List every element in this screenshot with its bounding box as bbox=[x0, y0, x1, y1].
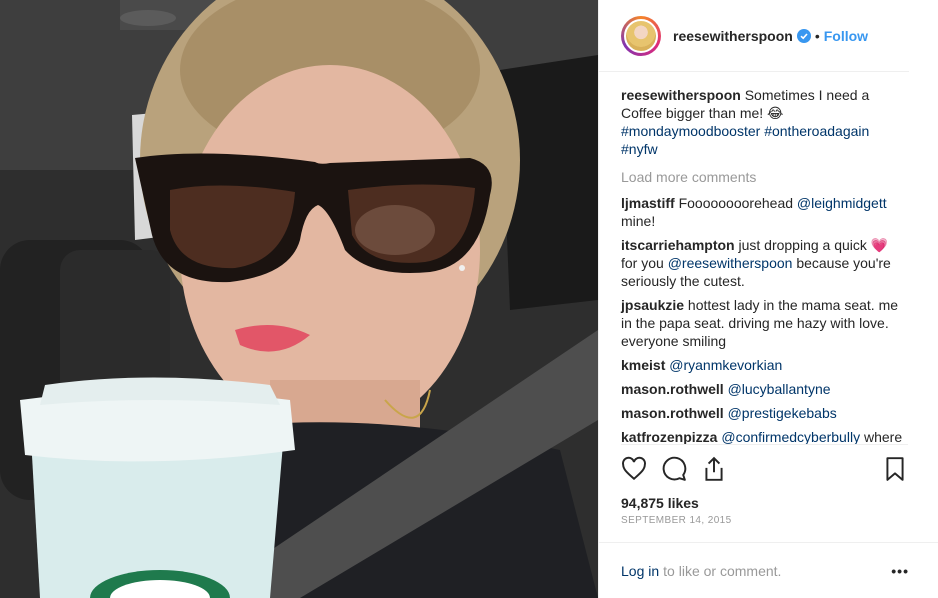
comment-item: kmeist @ryanmkevorkian bbox=[621, 356, 908, 374]
verified-badge-icon bbox=[796, 28, 811, 43]
comment-mention[interactable]: @leighmidgett bbox=[797, 195, 887, 211]
comment-username[interactable]: ljmastiff bbox=[621, 195, 675, 211]
comment-text: Foooooooorehead bbox=[678, 195, 794, 211]
action-bar bbox=[621, 445, 908, 489]
post-photo[interactable] bbox=[0, 0, 598, 598]
comment-mention[interactable]: @ryanmkevorkian bbox=[669, 357, 782, 373]
login-link[interactable]: Log in bbox=[621, 563, 659, 579]
comment-item: katfrozenpizza @confirmedcyberbully wher… bbox=[621, 428, 908, 444]
comment-username[interactable]: kmeist bbox=[621, 357, 665, 373]
comment-mention[interactable]: @reesewitherspoon bbox=[668, 255, 793, 271]
more-options-icon[interactable]: ••• bbox=[891, 563, 909, 579]
selfie-illustration bbox=[0, 0, 598, 598]
comment-username[interactable]: mason.rothwell bbox=[621, 381, 724, 397]
comment-item: mason.rothwell @lucyballantyne bbox=[621, 380, 908, 398]
caption: reesewitherspoon Sometimes I need a Coff… bbox=[621, 86, 908, 158]
author-username[interactable]: reesewitherspoon bbox=[673, 28, 793, 44]
post-date: September 14, 2015 bbox=[621, 515, 732, 526]
heart-icon[interactable] bbox=[621, 456, 647, 482]
login-prompt: to like or comment. bbox=[663, 562, 782, 579]
likes-count[interactable]: 94,875 likes bbox=[621, 495, 908, 511]
comment-text-after: mine! bbox=[621, 213, 656, 229]
caption-username[interactable]: reesewitherspoon bbox=[621, 87, 741, 103]
post-actions-section: 94,875 likes September 14, 2015 bbox=[621, 444, 908, 542]
comment-mention[interactable]: @lucyballantyne bbox=[728, 381, 831, 397]
caption-hashtags[interactable]: #mondaymoodbooster #ontheroadagain #nyfw bbox=[621, 123, 869, 157]
login-footer: Log in to like or comment. ••• bbox=[599, 542, 938, 598]
comment-username[interactable]: itscarriehampton bbox=[621, 237, 735, 253]
load-more-comments-button[interactable]: Load more comments bbox=[621, 168, 908, 186]
comment-item: ljmastiff Foooooooorehead @leighmidgett … bbox=[621, 194, 908, 230]
avatar[interactable] bbox=[621, 15, 661, 56]
comment-username[interactable]: mason.rothwell bbox=[621, 405, 724, 421]
post-side-panel: reesewitherspoon • Follow reesewitherspo… bbox=[598, 0, 938, 598]
share-icon[interactable] bbox=[701, 456, 727, 482]
comment-item: jpsaukzie hottest lady in the mama seat.… bbox=[621, 296, 908, 350]
comment-item: itscarriehampton just dropping a quick 💗… bbox=[621, 236, 908, 290]
instagram-post: reesewitherspoon • Follow reesewitherspo… bbox=[0, 0, 938, 598]
comment-username[interactable]: jpsaukzie bbox=[621, 297, 684, 313]
avatar-image bbox=[624, 18, 658, 53]
follow-button[interactable]: Follow bbox=[824, 28, 868, 44]
comment-mention[interactable]: @prestigekebabs bbox=[728, 405, 837, 421]
comment-username[interactable]: katfrozenpizza bbox=[621, 429, 717, 444]
comment-mention[interactable]: @confirmedcyberbully bbox=[721, 429, 860, 444]
header-separator: • bbox=[814, 27, 820, 44]
bookmark-icon[interactable] bbox=[882, 456, 908, 482]
comment-item: mason.rothwell @prestigekebabs bbox=[621, 404, 908, 422]
comment-icon[interactable] bbox=[661, 456, 687, 482]
comments-list[interactable]: reesewitherspoon Sometimes I need a Coff… bbox=[599, 72, 938, 444]
post-header: reesewitherspoon • Follow bbox=[599, 0, 909, 72]
